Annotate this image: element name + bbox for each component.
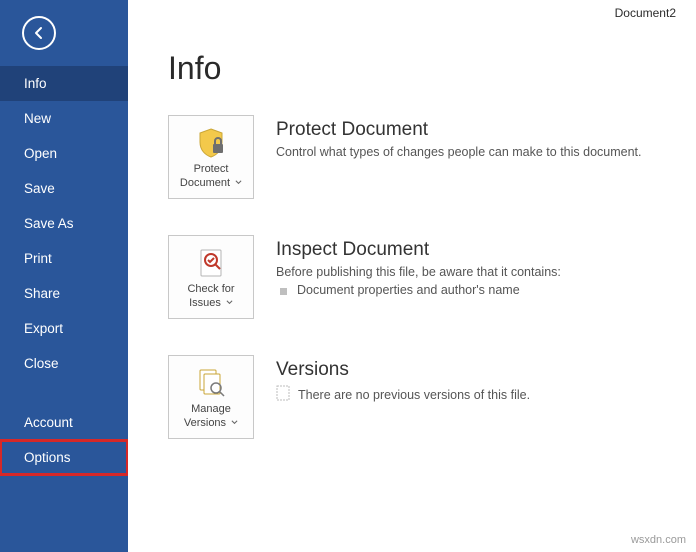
chevron-down-icon: [226, 299, 233, 306]
manage-versions-button[interactable]: Manage Versions: [168, 355, 254, 439]
section-inspect: Check for Issues Inspect Document Before…: [168, 235, 696, 319]
sidebar-item-export[interactable]: Export: [0, 311, 128, 346]
watermark: wsxdn.com: [631, 534, 686, 546]
sidebar-item-label: Account: [24, 415, 73, 430]
sidebar-item-label: Options: [24, 450, 71, 465]
sidebar-item-label: Info: [24, 76, 47, 91]
section-title: Inspect Document: [276, 239, 561, 261]
sidebar-item-open[interactable]: Open: [0, 136, 128, 171]
button-label-line2: Document: [180, 177, 230, 189]
document-icon: [276, 385, 290, 404]
sidebar-item-close[interactable]: Close: [0, 346, 128, 381]
sidebar-item-new[interactable]: New: [0, 101, 128, 136]
page-title: Info: [168, 50, 696, 87]
sidebar-item-save[interactable]: Save: [0, 171, 128, 206]
sidebar-item-label: Print: [24, 251, 52, 266]
section-desc: Control what types of changes people can…: [276, 145, 642, 159]
button-label-line2: Issues: [189, 297, 221, 309]
section-title: Protect Document: [276, 119, 642, 141]
sidebar-item-label: Save: [24, 181, 55, 196]
sidebar-item-print[interactable]: Print: [0, 241, 128, 276]
protect-icon: [194, 123, 228, 163]
sidebar-item-info[interactable]: Info: [0, 66, 128, 101]
section-title: Versions: [276, 359, 530, 381]
check-for-issues-button[interactable]: Check for Issues: [168, 235, 254, 319]
back-button[interactable]: [22, 16, 56, 50]
sidebar-item-account[interactable]: Account: [0, 405, 128, 440]
versions-empty-text: There are no previous versions of this f…: [298, 388, 530, 402]
sidebar-item-options[interactable]: Options: [0, 440, 128, 475]
inspect-icon: [194, 243, 228, 283]
sidebar-item-label: Close: [24, 356, 59, 371]
button-label-line1: Check for: [187, 283, 234, 295]
sidebar-item-label: Export: [24, 321, 63, 336]
sidebar-item-share[interactable]: Share: [0, 276, 128, 311]
sidebar-item-label: Open: [24, 146, 57, 161]
list-item: Document properties and author's name: [280, 283, 561, 297]
backstage-sidebar: Info New Open Save Save As Print Share E…: [0, 0, 128, 552]
button-label-line1: Manage: [191, 403, 231, 415]
chevron-down-icon: [231, 419, 238, 426]
section-versions: Manage Versions Versions There are no pr…: [168, 355, 696, 439]
chevron-down-icon: [235, 179, 242, 186]
sidebar-item-label: Save As: [24, 216, 74, 231]
sidebar-item-label: Share: [24, 286, 60, 301]
inspect-items-list: Document properties and author's name: [276, 283, 561, 297]
section-desc: Before publishing this file, be aware th…: [276, 265, 561, 279]
back-arrow-icon: [31, 25, 47, 41]
section-protect: Protect Document Protect Document Contro…: [168, 115, 696, 199]
versions-icon: [194, 363, 228, 403]
protect-document-button[interactable]: Protect Document: [168, 115, 254, 199]
sidebar-item-save-as[interactable]: Save As: [0, 206, 128, 241]
button-label-line1: Protect: [194, 163, 229, 175]
document-title: Document2: [615, 6, 676, 20]
sidebar-item-label: New: [24, 111, 51, 126]
main-panel: Document2 Info Protect Document Protect …: [128, 0, 696, 552]
button-label-line2: Versions: [184, 417, 226, 429]
